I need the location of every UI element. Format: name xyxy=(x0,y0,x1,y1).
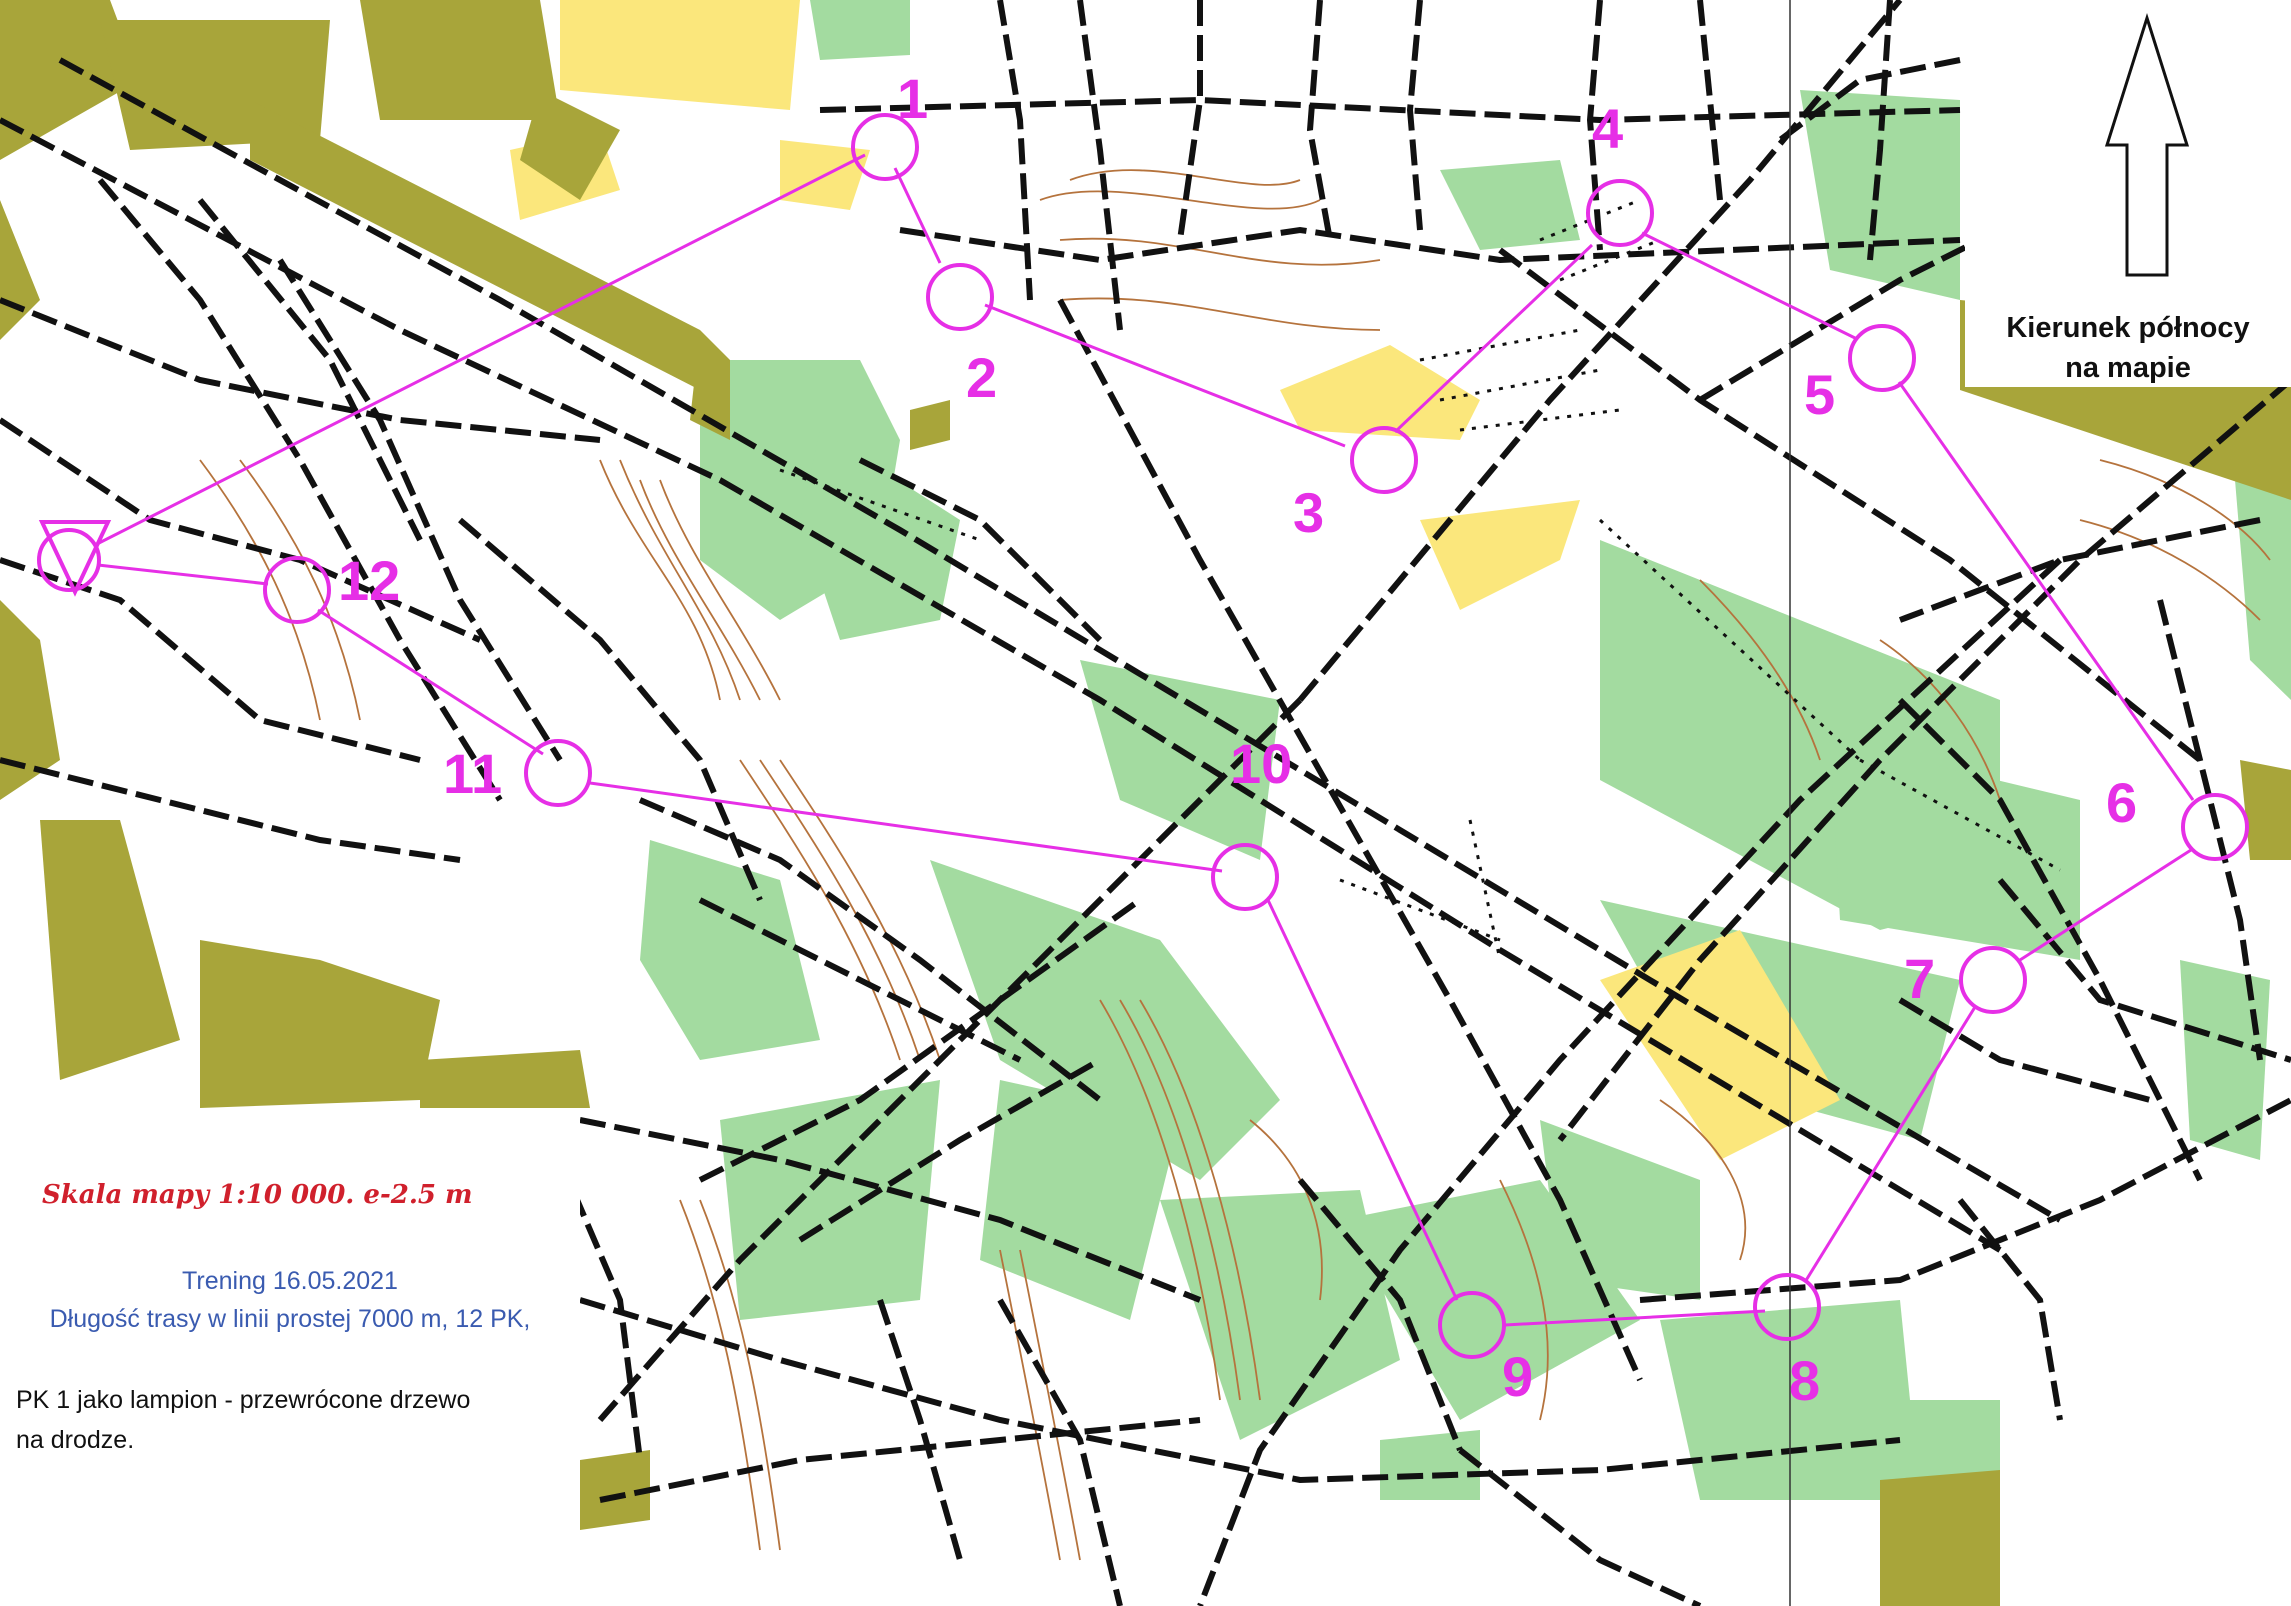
map-scale: Skala mapy 1:10 000. e-2.5 m xyxy=(42,1180,473,1210)
north-label-line2: na mapie xyxy=(2065,352,2191,384)
control-number: 6 xyxy=(2106,771,2137,834)
control-number: 3 xyxy=(1293,481,1324,544)
control-number: 4 xyxy=(1592,97,1623,160)
course-length: Długość trasy w linii prostej 7000 m, 12… xyxy=(49,1305,531,1333)
training-title: Trening 16.05.2021 xyxy=(182,1267,398,1295)
control-number: 10 xyxy=(1230,732,1292,795)
north-arrow-icon xyxy=(2104,13,2190,277)
control-number: 12 xyxy=(338,549,400,612)
control-note-line1: PK 1 jako lampion - przewrócone drzewo xyxy=(16,1386,471,1414)
control-number: 7 xyxy=(1904,947,1935,1010)
control-number: 1 xyxy=(897,67,928,130)
course-info: Trening 16.05.2021 Długość trasy w linii… xyxy=(0,1262,580,1338)
north-label: Kierunek północy na mapie xyxy=(1965,308,2291,388)
north-label-line1: Kierunek północy xyxy=(2006,312,2250,344)
control-number: 11 xyxy=(443,742,502,805)
control-number: 2 xyxy=(966,346,997,409)
control-note-line2: na drodze. xyxy=(16,1426,135,1454)
control-number: 8 xyxy=(1789,1349,1820,1412)
control-number: 5 xyxy=(1804,363,1835,426)
control-note: PK 1 jako lampion - przewrócone drzewo n… xyxy=(16,1380,576,1460)
control-number: 9 xyxy=(1502,1345,1533,1408)
